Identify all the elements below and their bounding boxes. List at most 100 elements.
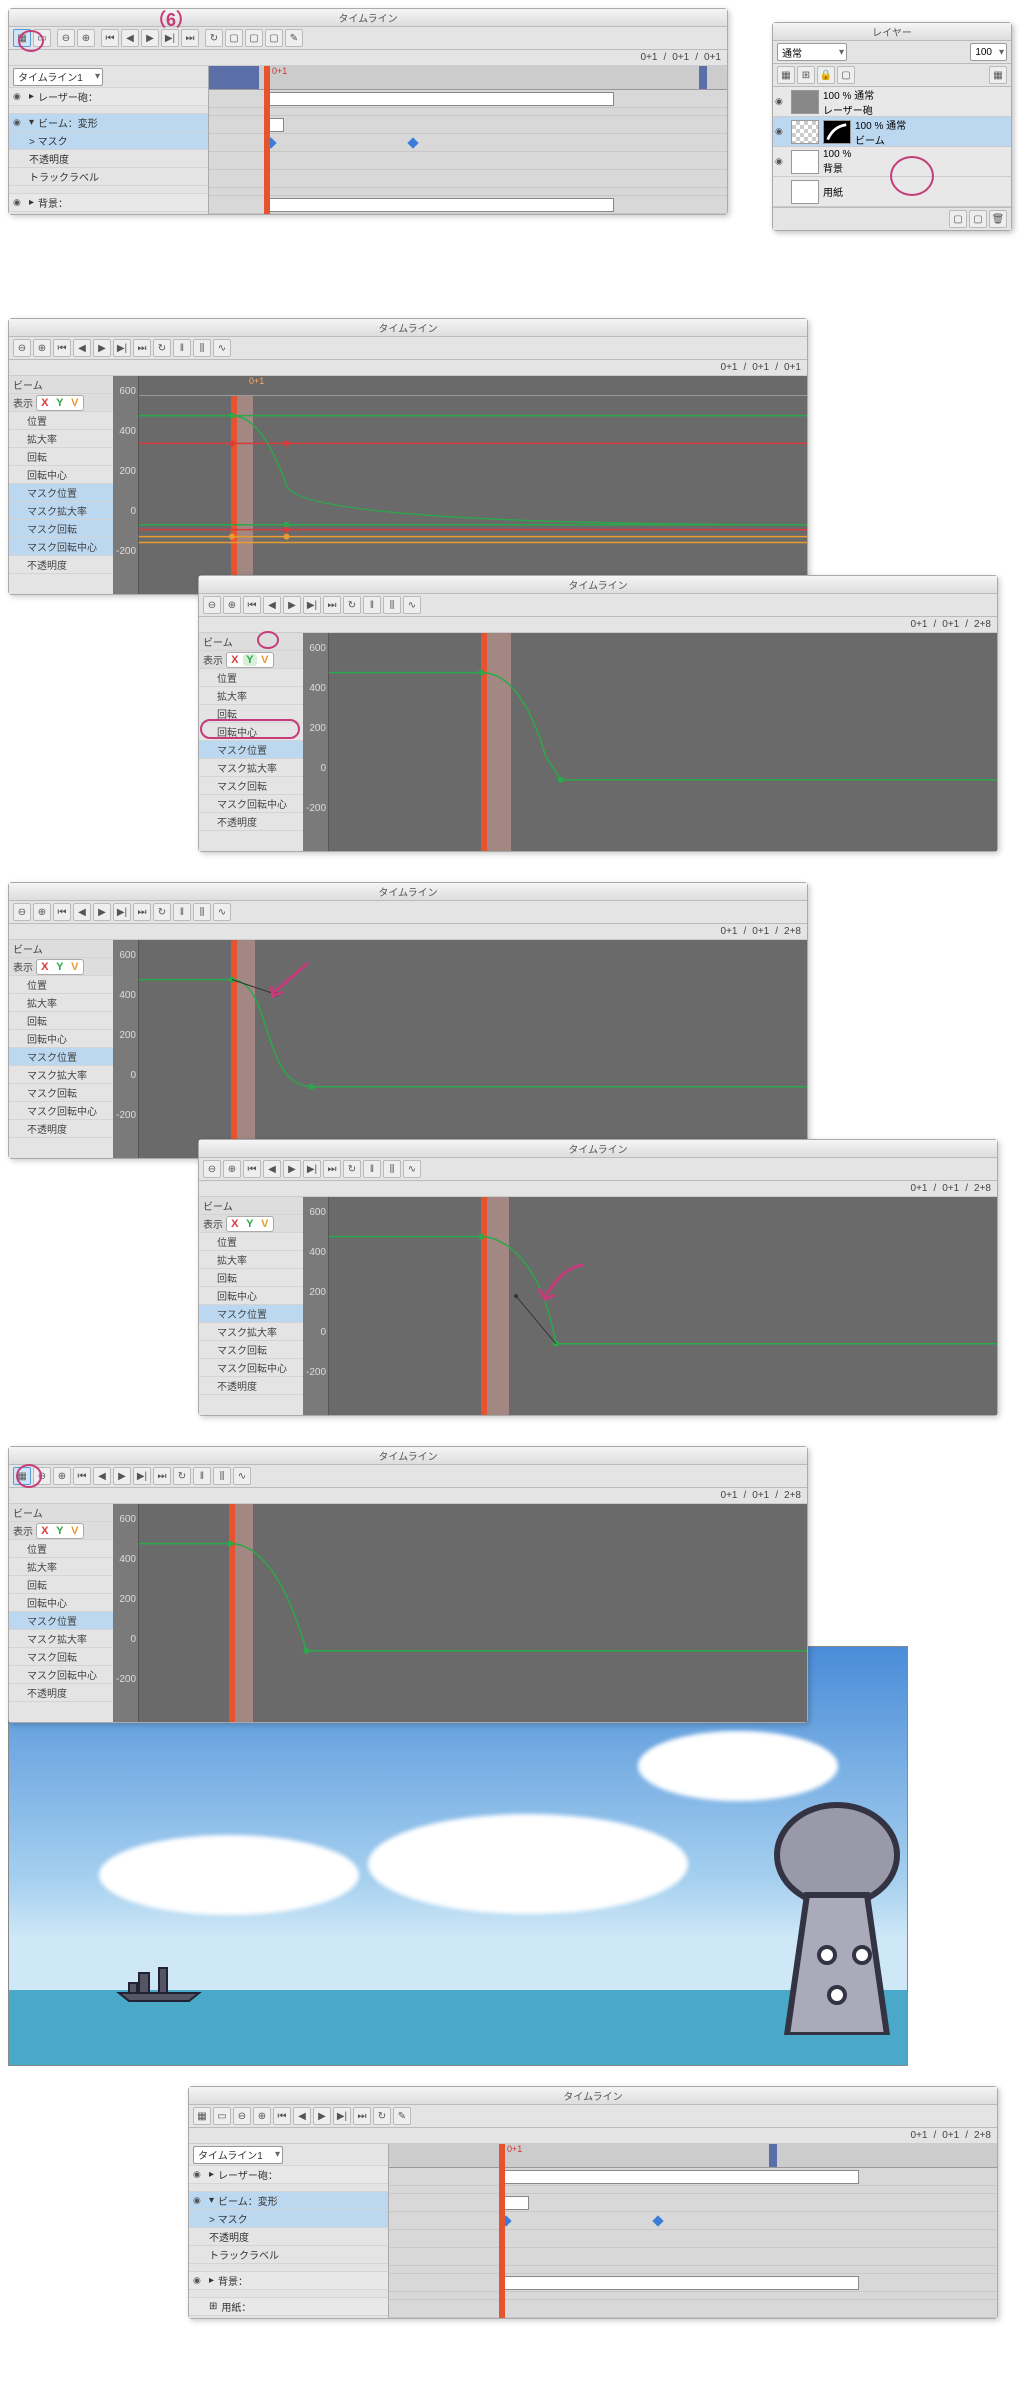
next-icon[interactable]: ▶| — [161, 29, 179, 47]
prop-mask-center[interactable]: マスク回転中心 — [199, 1359, 303, 1377]
prop-mask-rot[interactable]: マスク回転 — [199, 1341, 303, 1359]
play-icon[interactable]: ▶ — [113, 1467, 131, 1485]
prop-opacity[interactable]: 不透明度 — [9, 1684, 113, 1702]
track-label[interactable]: トラックラベル — [9, 168, 208, 186]
xyv-toggle[interactable]: XYV — [226, 652, 274, 668]
pencil-icon[interactable]: ✎ — [285, 29, 303, 47]
split-icon[interactable]: ‖ — [363, 1160, 381, 1178]
prev-icon[interactable]: ◀ — [121, 29, 139, 47]
go-end-icon[interactable]: ⏭ — [181, 29, 199, 47]
xyv-toggle[interactable]: XYV — [226, 1216, 274, 1232]
play-icon[interactable]: ▶ — [283, 596, 301, 614]
prop-scale[interactable]: 拡大率 — [9, 994, 113, 1012]
track-opacity[interactable]: 不透明度 — [189, 2228, 388, 2246]
prop-scale[interactable]: 拡大率 — [199, 1251, 303, 1269]
loop-icon[interactable]: ↻ — [205, 29, 223, 47]
curve-icon[interactable]: ∿ — [213, 903, 231, 921]
graph-area[interactable]: 6004002000-200 — [303, 1197, 997, 1415]
split-icon[interactable]: ‖ — [173, 903, 191, 921]
new-folder-icon[interactable]: ▢ — [969, 210, 987, 228]
loop-icon[interactable]: ↻ — [173, 1467, 191, 1485]
go-end-icon[interactable]: ⏭ — [353, 2107, 371, 2125]
zoom-in-icon[interactable]: ⊕ — [223, 596, 241, 614]
go-end-icon[interactable]: ⏭ — [323, 1160, 341, 1178]
zoom-out-icon[interactable]: ⊖ — [203, 596, 221, 614]
zoom-out-icon[interactable]: ⊖ — [233, 2107, 251, 2125]
split2-icon[interactable]: ⫼ — [383, 1160, 401, 1178]
prop-position[interactable]: 位置 — [199, 669, 303, 687]
loop-icon[interactable]: ↻ — [343, 596, 361, 614]
prop-opacity[interactable]: 不透明度 — [199, 813, 303, 831]
time-ruler[interactable]: 0+1 — [389, 2144, 997, 2168]
prop-mask-pos[interactable]: マスク位置 — [9, 1612, 113, 1630]
layer-item[interactable]: 100 % 通常レーザー砲 — [773, 87, 1011, 117]
tool-x2[interactable]: ▢ — [245, 29, 263, 47]
play-icon[interactable]: ▶ — [313, 2107, 331, 2125]
prop-mask-rot[interactable]: マスク回転 — [9, 1648, 113, 1666]
prev-icon[interactable]: ◀ — [263, 596, 281, 614]
zoom-out-icon[interactable]: ⊖ — [57, 29, 75, 47]
prop-mask-pos[interactable]: マスク位置 — [199, 1305, 303, 1323]
go-start-icon[interactable]: ⏮ — [53, 903, 71, 921]
prop-mask-center[interactable]: マスク回転中心 — [199, 795, 303, 813]
prev-icon[interactable]: ◀ — [93, 1467, 111, 1485]
visibility-icon[interactable] — [193, 2275, 205, 2287]
display-row[interactable]: 表示 XYV — [9, 394, 113, 412]
tool-select[interactable]: ▦ — [13, 29, 31, 47]
go-start-icon[interactable]: ⏮ — [53, 339, 71, 357]
xyv-toggle[interactable]: XYV — [36, 959, 84, 975]
visibility-icon[interactable] — [775, 156, 787, 168]
go-end-icon[interactable]: ⏭ — [323, 596, 341, 614]
track-bg[interactable]: ▸ 背景： — [9, 194, 208, 212]
display-row[interactable]: 表示 XYV — [199, 651, 303, 669]
prop-position[interactable]: 位置 — [9, 412, 113, 430]
layer-btn[interactable]: ▦ — [989, 66, 1007, 84]
zoom-in-icon[interactable]: ⊕ — [33, 339, 51, 357]
visibility-icon[interactable] — [13, 91, 25, 103]
split-icon[interactable]: ‖ — [363, 596, 381, 614]
prop-center[interactable]: 回転中心 — [199, 723, 303, 741]
loop-icon[interactable]: ↻ — [343, 1160, 361, 1178]
graph-area[interactable]: 6004002000-200 — [113, 940, 807, 1158]
prop-mask-rot[interactable]: マスク回転 — [9, 1084, 113, 1102]
prop-position[interactable]: 位置 — [9, 1540, 113, 1558]
prop-mask-scale[interactable]: マスク拡大率 — [199, 1323, 303, 1341]
play-icon[interactable]: ▶ — [93, 339, 111, 357]
layer-item[interactable]: 用紙 — [773, 177, 1011, 207]
split2-icon[interactable]: ⫼ — [383, 596, 401, 614]
prop-rotate[interactable]: 回転 — [9, 1012, 113, 1030]
prop-mask-center[interactable]: マスク回転中心 — [9, 1102, 113, 1120]
loop-icon[interactable]: ↻ — [153, 903, 171, 921]
prop-scale[interactable]: 拡大率 — [9, 1558, 113, 1576]
prop-mask-scale[interactable]: マスク拡大率 — [9, 1066, 113, 1084]
tool-x3[interactable]: ▢ — [265, 29, 283, 47]
track-label[interactable]: トラックラベル — [189, 2246, 388, 2264]
visibility-icon[interactable] — [193, 2195, 205, 2207]
track-laser[interactable]: ▸ レーザー砲： — [9, 88, 208, 106]
go-end-icon[interactable]: ⏭ — [133, 903, 151, 921]
zoom-in-icon[interactable]: ⊕ — [53, 1467, 71, 1485]
prop-position[interactable]: 位置 — [199, 1233, 303, 1251]
loop-icon[interactable]: ↻ — [153, 339, 171, 357]
prop-rotate[interactable]: 回転 — [9, 448, 113, 466]
prop-center[interactable]: 回転中心 — [9, 1030, 113, 1048]
split-icon[interactable]: ‖ — [173, 339, 191, 357]
prop-mask-pos[interactable]: マスク位置 — [9, 1048, 113, 1066]
display-row[interactable]: 表示 XYV — [199, 1215, 303, 1233]
zoom-in-icon[interactable]: ⊕ — [77, 29, 95, 47]
prop-mask-scale[interactable]: マスク拡大率 — [9, 502, 113, 520]
track-bg[interactable]: ▸ 背景： — [189, 2272, 388, 2290]
visibility-icon[interactable] — [775, 126, 787, 138]
track-mask[interactable]: > マスク — [189, 2210, 388, 2228]
next-icon[interactable]: ▶| — [303, 596, 321, 614]
prop-rotate[interactable]: 回転 — [9, 1576, 113, 1594]
prop-center[interactable]: 回転中心 — [9, 1594, 113, 1612]
visibility-icon[interactable] — [193, 2169, 205, 2181]
tool-b[interactable]: ▭ — [213, 2107, 231, 2125]
tool-select[interactable]: ▦ — [13, 1467, 31, 1485]
layer-btn[interactable]: ▢ — [837, 66, 855, 84]
time-ruler[interactable]: 0+1 — [209, 66, 727, 90]
track-laser[interactable]: ▸ レーザー砲： — [189, 2166, 388, 2184]
tool-a[interactable]: ▦ — [193, 2107, 211, 2125]
curve-icon[interactable]: ∿ — [233, 1467, 251, 1485]
